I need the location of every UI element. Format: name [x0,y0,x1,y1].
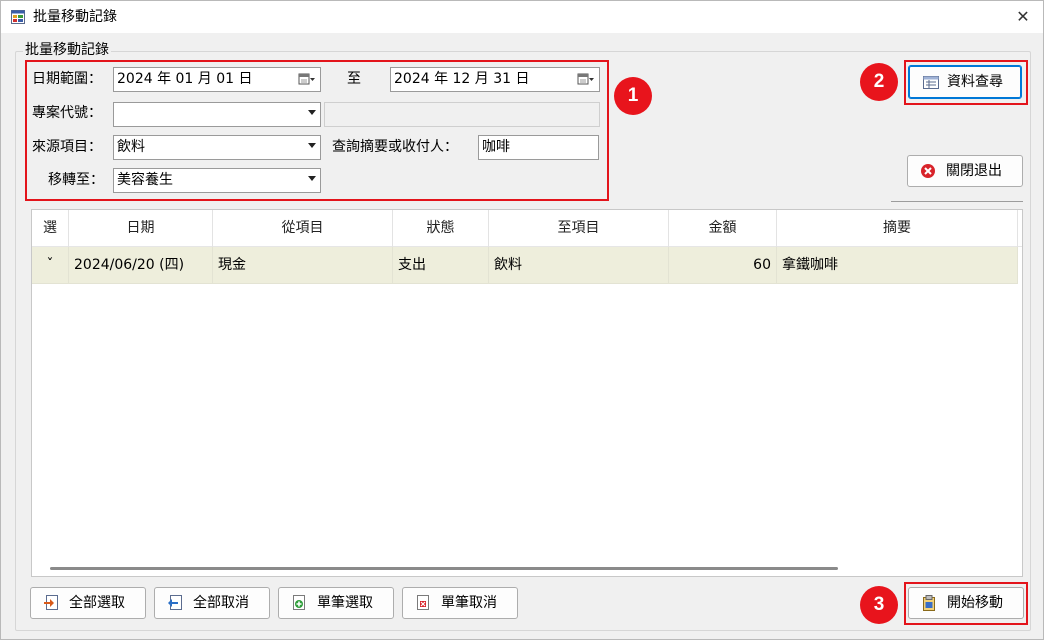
close-exit-button[interactable]: 關閉退出 [907,155,1023,187]
column-header-amount[interactable]: 金額 [669,210,777,247]
cancel-single-button[interactable]: 單筆取消 [402,587,518,619]
column-header-from-item[interactable]: 從項目 [213,210,393,247]
step-badge-3: 3 [860,586,898,624]
cancel-all-icon [168,595,182,610]
select-all-icon [44,595,58,610]
select-single-button-label: 單筆選取 [317,595,373,611]
row-to-item-cell: 飲料 [489,247,669,284]
close-exit-button-label: 關閉退出 [946,163,1002,179]
red-x-circle-icon [921,164,935,178]
select-all-button-label: 全部選取 [69,595,125,611]
window-close-button[interactable]: ✕ [1009,4,1037,30]
table-list-icon [923,76,939,89]
cancel-all-button-label: 全部取消 [193,595,249,611]
group-box-label: 批量移動記錄 [23,41,111,59]
column-header-date[interactable]: 日期 [69,210,213,247]
row-amount-cell: 60 [669,247,777,284]
grid-header: 選 日期 從項目 狀態 至項目 金額 摘要 [32,210,1022,247]
row-date-cell: 2024/06/20 (四) [69,247,213,284]
records-grid[interactable]: 選 日期 從項目 狀態 至項目 金額 摘要 ˇ 2024/06/20 (四) 現… [31,209,1023,577]
column-header-select[interactable]: 選 [32,210,69,247]
start-move-button[interactable]: 開始移動 [908,587,1024,619]
column-header-status[interactable]: 狀態 [393,210,489,247]
clipboard-move-icon [923,595,935,611]
row-select-cell[interactable]: ˇ [32,247,69,284]
title-bar: 批量移動記錄 ✕ [1,1,1043,33]
query-button-label: 資料查尋 [947,74,1003,90]
query-button[interactable]: 資料查尋 [908,65,1022,99]
add-doc-icon [293,595,305,610]
row-from-item-cell: 現金 [213,247,393,284]
remove-doc-icon [417,595,429,610]
app-window-icon [11,10,25,24]
column-header-summary[interactable]: 摘要 [777,210,1018,247]
cancel-all-button[interactable]: 全部取消 [154,587,270,619]
step-badge-1: 1 [614,77,652,115]
row-summary-cell: 拿鐵咖啡 [777,247,1018,284]
step-badge-2: 2 [860,63,898,101]
cancel-single-button-label: 單筆取消 [441,595,497,611]
start-move-button-label: 開始移動 [947,595,1003,611]
batch-move-window: 批量移動記錄 ✕ 批量移動記錄 日期範圍： 2024 年 01 月 01 日 至… [0,0,1044,640]
filter-highlight-box [25,60,609,201]
column-header-to-item[interactable]: 至項目 [489,210,669,247]
table-row[interactable]: ˇ 2024/06/20 (四) 現金 支出 飲料 60 拿鐵咖啡 [32,247,1018,284]
separator-line [891,201,1023,202]
select-single-button[interactable]: 單筆選取 [278,587,394,619]
select-all-button[interactable]: 全部選取 [30,587,146,619]
horizontal-scrollbar[interactable] [50,567,838,570]
row-status-cell: 支出 [393,247,489,284]
window-title: 批量移動記錄 [33,9,117,25]
